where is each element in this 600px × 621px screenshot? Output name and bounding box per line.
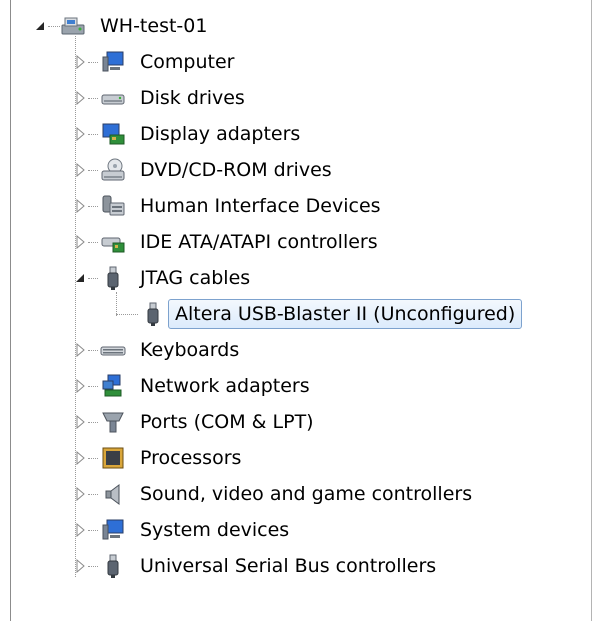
tree-node-sound-video-game[interactable]: Sound, video and game controllers [0,476,590,512]
tree-node-dvd-drives[interactable]: DVD/CD-ROM drives [0,152,590,188]
tree-node-label: Keyboards [140,339,240,361]
tree-node-system-devices[interactable]: System devices [0,512,590,548]
tree-connector [88,386,98,387]
tree-node-network-adapters[interactable]: Network adapters [0,368,590,404]
tree-connector [116,314,138,315]
tree-node-ide-controllers[interactable]: IDE ATA/ATAPI controllers [0,224,590,260]
usb-plug-icon [140,301,166,327]
collapsed-triangle-icon[interactable] [70,520,90,540]
tree-connector [88,134,98,135]
tree-node-keyboards[interactable]: Keyboards [0,332,590,368]
collapsed-triangle-icon[interactable] [70,52,90,72]
collapsed-triangle-icon[interactable] [70,412,90,432]
tree-connector [88,458,98,459]
port-icon [100,409,126,435]
collapsed-triangle-icon[interactable] [70,376,90,396]
tree-node-label: WH-test-01 [100,15,208,37]
tree-node-altera-usb-blaster[interactable]: Altera USB-Blaster II (Unconfigured) [0,296,590,332]
tree-connector [88,530,98,531]
tree-connector [88,170,98,171]
tree-connector [88,422,98,423]
tree-connector [88,62,98,63]
tree-node-jtag-cables[interactable]: JTAG cables [0,260,590,296]
tree-node-label: Network adapters [140,375,310,397]
expanded-triangle-icon[interactable] [70,268,90,288]
tree-node-label: Computer [140,51,235,73]
hid-icon [100,193,126,219]
collapsed-triangle-icon[interactable] [70,124,90,144]
system-device-icon [100,517,126,543]
computer-network-icon [60,13,86,39]
tree-connector [88,242,98,243]
tree-node-label: JTAG cables [140,267,251,289]
tree-connector [88,494,98,495]
tree-connector [88,278,98,279]
dvd-drive-icon [100,157,126,183]
collapsed-triangle-icon[interactable] [70,556,90,576]
tree-node-label: Sound, video and game controllers [140,483,473,505]
tree-node-display-adapters[interactable]: Display adapters [0,116,590,152]
usb-plug-icon [100,265,126,291]
disk-drive-icon [100,85,126,111]
expanded-triangle-icon[interactable] [30,16,50,36]
network-adapter-icon [100,373,126,399]
tree-node-processors[interactable]: Processors [0,440,590,476]
tree-connector [88,566,98,567]
collapsed-triangle-icon[interactable] [70,88,90,108]
tree-node-ports[interactable]: Ports (COM & LPT) [0,404,590,440]
collapsed-triangle-icon[interactable] [70,160,90,180]
tree-node-label: Processors [140,447,242,469]
device-tree: WH-test-01 Computer Disk drives Display … [0,0,600,621]
keyboard-icon [100,337,126,363]
tree-node-label: Ports (COM & LPT) [140,411,314,433]
tree-node-label: System devices [140,519,290,541]
display-adapter-icon [100,121,126,147]
tree-node-label: IDE ATA/ATAPI controllers [140,231,378,253]
tree-node-label: Disk drives [140,87,245,109]
computer-icon [100,49,126,75]
tree-node-computer[interactable]: Computer [0,44,590,80]
tree-node-disk-drives[interactable]: Disk drives [0,80,590,116]
tree-connector [88,98,98,99]
collapsed-triangle-icon[interactable] [70,196,90,216]
selected-device-label[interactable]: Altera USB-Blaster II (Unconfigured) [168,299,523,329]
ide-controller-icon [100,229,126,255]
tree-node-usb-controllers[interactable]: Universal Serial Bus controllers [0,548,590,584]
tree-node-human-interface-devices[interactable]: Human Interface Devices [0,188,590,224]
speaker-icon [100,481,126,507]
tree-connector [88,206,98,207]
tree-node-label: Universal Serial Bus controllers [140,555,437,577]
tree-connector [88,350,98,351]
collapsed-triangle-icon[interactable] [70,484,90,504]
usb-plug-icon [100,553,126,579]
processor-icon [100,445,126,471]
collapsed-triangle-icon[interactable] [70,340,90,360]
collapsed-triangle-icon[interactable] [70,232,90,252]
tree-node-label: Display adapters [140,123,301,145]
tree-connector [48,26,60,27]
tree-node-label: Human Interface Devices [140,195,381,217]
tree-node-label: DVD/CD-ROM drives [140,159,332,181]
collapsed-triangle-icon[interactable] [70,448,90,468]
tree-node-root[interactable]: WH-test-01 [0,8,590,44]
